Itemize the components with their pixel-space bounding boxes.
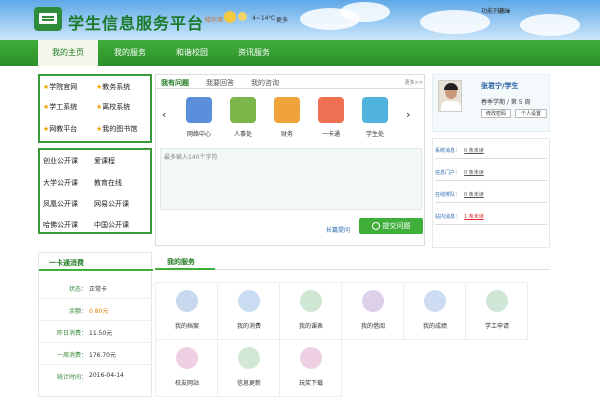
long-question-link[interactable]: 长篇提问 [326, 225, 350, 234]
cloud-decoration [420, 10, 490, 34]
qa-more-link[interactable]: 更多>> [405, 79, 423, 86]
sun-icon [224, 11, 236, 23]
quick-link[interactable]: ★学工系统 [43, 102, 77, 112]
card-row: 统计时间： 2016-04-14 [56, 372, 124, 381]
download-icon [300, 347, 322, 369]
nav-campus[interactable]: 和谐校园 [162, 40, 222, 66]
pen-icon [371, 222, 380, 230]
student-office-icon[interactable] [362, 97, 388, 123]
avatar [438, 80, 462, 112]
service-consumption[interactable]: 我的消费 [218, 283, 280, 340]
shortcut-label: 学生处 [365, 131, 384, 138]
report-icon [424, 290, 446, 312]
service-info-update[interactable]: 信息更新 [218, 340, 280, 397]
cloud-decoration [340, 2, 390, 22]
hr-office-icon[interactable] [230, 97, 256, 123]
site-title: 学生信息服务平台 [68, 14, 205, 33]
services-grid: 我的档案 我的消费 我的课表 我的借阅 我的成绩 学工申请 校友网站 信息更新 … [155, 282, 528, 397]
quick-link[interactable]: ★离校系统 [96, 102, 130, 112]
message-row[interactable]: 系统消息： 0 条未读 [435, 147, 547, 159]
course-link[interactable]: 网易公开课 [94, 199, 129, 209]
service-borrow[interactable]: 我的借阅 [342, 283, 404, 340]
main-nav: 我的主页 我的服务 和谐校园 资讯服务 [0, 40, 600, 66]
nav-services[interactable]: 我的服务 [100, 40, 160, 66]
card-consumption-title: 一卡通消费 [39, 253, 153, 271]
profile-card: 张君宁/学生 春季学期 / 第 5 周 修改密码 个人设置 [432, 74, 550, 132]
finance-icon[interactable] [274, 97, 300, 123]
card-row: 昨日消费： 11.50元 [39, 321, 153, 343]
next-arrow-icon[interactable]: › [406, 108, 410, 121]
card-system-icon[interactable] [318, 97, 344, 123]
card-row: 状态： 正常卡 [39, 277, 153, 299]
quick-link[interactable]: ★学院官网 [43, 82, 77, 92]
quick-link[interactable]: ★我的图书馆 [96, 124, 137, 134]
card-row: 余额： 0.80元 [39, 299, 153, 321]
network-center-icon[interactable] [186, 97, 212, 123]
course-link[interactable]: 大学公开课 [43, 178, 78, 188]
quick-link[interactable]: ★网教平台 [43, 124, 77, 134]
open-courses-box: 创业公开课 爱课程 大学公开课 教育在线 凤凰公开课 网易公开课 哈佛公开课 中… [38, 148, 152, 234]
submit-question-button[interactable]: 提交问题 [359, 218, 423, 234]
temperature: 4~14℃ [252, 15, 276, 22]
question-input[interactable]: 最多输入140个字符 [160, 148, 422, 210]
term-week: 春季学期 / 第 5 周 [481, 99, 531, 106]
org-chart-icon [486, 290, 508, 312]
service-grades[interactable]: 我的成绩 [404, 283, 466, 340]
messages-box: 系统消息： 0 条未读 信息门户： 0 条未读 在线排队： 0 条未读 站内消息： 1 … [432, 138, 550, 248]
book-icon [300, 290, 322, 312]
course-link[interactable]: 中国公开课 [94, 220, 129, 230]
header: 学生信息服务平台 哈尔滨 4~14℃ 更多 功能列表 ▾ 退出 [0, 0, 600, 40]
refresh-icon [238, 347, 260, 369]
cloud-icon [238, 12, 247, 21]
shortcut-label: 财务 [280, 131, 293, 138]
document-icon [176, 347, 198, 369]
shortcut-label: 一卡通 [321, 131, 340, 138]
change-password-button[interactable]: 修改密码 [481, 109, 511, 118]
shortcut-label: 人事处 [233, 131, 252, 138]
weather-more-link[interactable]: 更多 [276, 15, 288, 24]
quick-links-box: ★学院官网 ★教务系统 ★学工系统 ★离校系统 ★网教平台 ★我的图书馆 [38, 74, 152, 143]
prev-arrow-icon[interactable]: ‹ [162, 108, 166, 121]
service-application[interactable]: 学工申请 [466, 283, 528, 340]
course-link[interactable]: 爱课程 [94, 156, 115, 166]
qa-tabs: 我有问题 我要回答 我的咨询 更多>> [156, 75, 426, 89]
nav-news[interactable]: 资讯服务 [224, 40, 284, 66]
card-consumption-box: 一卡通消费 状态： 正常卡 余额： 0.80元 昨日消费： 11.50元 一周消费： 1… [38, 252, 153, 397]
my-services: 我的服务 我的档案 我的消费 我的课表 我的借阅 我的成绩 学工申请 校友网站 … [155, 252, 550, 397]
service-download[interactable]: 玩奖下载 [280, 340, 342, 397]
course-link[interactable]: 创业公开课 [43, 156, 78, 166]
wallet-icon [238, 290, 260, 312]
library-icon [362, 290, 384, 312]
person-icon [176, 290, 198, 312]
message-row[interactable]: 站内消息： 1 条未读 [435, 213, 547, 225]
quick-link[interactable]: ★教务系统 [96, 82, 130, 92]
cloud-decoration [520, 14, 580, 36]
course-link[interactable]: 哈佛公开课 [43, 220, 78, 230]
message-row[interactable]: 信息门户： 0 条未读 [435, 169, 547, 181]
user-name: 张君宁/学生 [481, 82, 519, 90]
message-row[interactable]: 在线排队： 0 条未读 [435, 191, 547, 203]
tab-ask[interactable]: 我有问题 [161, 78, 189, 88]
services-header: 我的服务 [155, 252, 550, 270]
city-link[interactable]: 哈尔滨 [205, 15, 223, 24]
service-timetable[interactable]: 我的课表 [280, 283, 342, 340]
tab-answer[interactable]: 我要回答 [206, 78, 234, 88]
personal-settings-button[interactable]: 个人设置 [515, 109, 547, 118]
logo-icon [34, 7, 62, 31]
shortcut-label: 网络中心 [186, 131, 211, 138]
course-link[interactable]: 教育在线 [94, 178, 122, 188]
service-archive[interactable]: 我的档案 [156, 283, 218, 340]
logout-link[interactable]: 退出 [498, 6, 510, 15]
card-row: 一周消费： 176.70元 [39, 343, 153, 365]
course-link[interactable]: 凤凰公开课 [43, 199, 78, 209]
tab-consult[interactable]: 我的咨询 [251, 78, 279, 88]
service-alumni[interactable]: 校友网站 [156, 340, 218, 397]
nav-home[interactable]: 我的主页 [38, 40, 98, 66]
qa-panel: 我有问题 我要回答 我的咨询 更多>> ‹ › 网络中心 人事处 财务 一卡通 … [155, 74, 426, 246]
